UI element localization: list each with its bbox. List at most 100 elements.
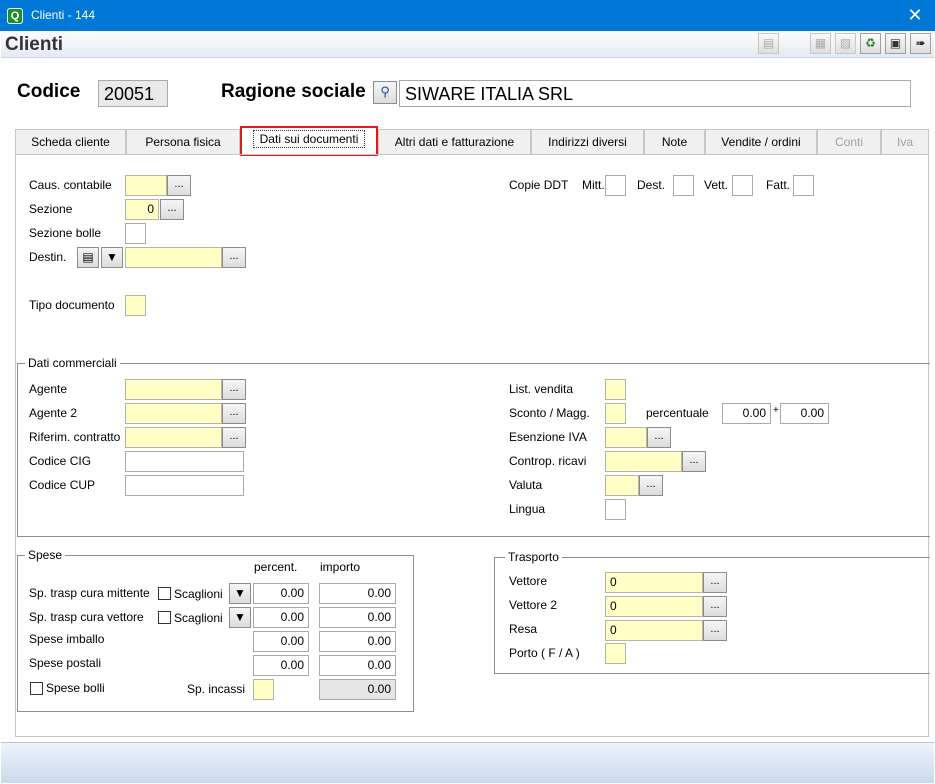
vettore-importo-field[interactable]: 0.00 xyxy=(319,607,396,628)
sconto-magg-label: Sconto / Magg. xyxy=(509,406,590,420)
resa-label: Resa xyxy=(509,622,538,636)
lingua-label: Lingua xyxy=(509,502,546,516)
recycle-icon[interactable]: ♻ xyxy=(860,33,881,54)
mittente-percent-field[interactable]: 0.00 xyxy=(253,583,309,604)
agente-lookup-button[interactable]: ... xyxy=(222,379,246,400)
fatt-field[interactable] xyxy=(793,175,814,196)
valuta-lookup-button[interactable]: ... xyxy=(639,475,663,496)
mittente-importo-field[interactable]: 0.00 xyxy=(319,583,396,604)
codice-cup-label: Codice CUP xyxy=(29,478,96,492)
postali-percent-field[interactable]: 0.00 xyxy=(253,655,309,676)
tab-iva[interactable]: Iva xyxy=(881,129,929,155)
imballo-percent-field[interactable]: 0.00 xyxy=(253,631,309,652)
exit-icon[interactable]: ➠ xyxy=(910,33,931,54)
trasporto-title: Trasporto xyxy=(505,550,562,564)
vettore2-lookup-button[interactable]: ... xyxy=(703,596,727,617)
close-icon[interactable]: ✕ xyxy=(895,0,935,31)
riferim-contratto-field[interactable] xyxy=(125,427,222,448)
riferim-contratto-lookup-button[interactable]: ... xyxy=(222,427,246,448)
filter-icon[interactable]: ▼ xyxy=(229,583,251,604)
search-icon[interactable]: ⚲ xyxy=(373,81,397,104)
codice-cig-field[interactable] xyxy=(125,451,244,472)
tab-altri-dati[interactable]: Altri dati e fatturazione xyxy=(378,129,531,155)
incassi-importo-field: 0.00 xyxy=(319,679,396,700)
lingua-field[interactable] xyxy=(605,499,626,520)
valuta-field[interactable] xyxy=(605,475,639,496)
window-title: Clienti - 144 xyxy=(31,8,96,22)
tab-vendite-ordini[interactable]: Vendite / ordini xyxy=(705,129,817,155)
tab-note[interactable]: Note xyxy=(644,129,705,155)
agente2-lookup-button[interactable]: ... xyxy=(222,403,246,424)
controp-ricavi-field[interactable] xyxy=(605,451,682,472)
tab-scheda-cliente[interactable]: Scheda cliente xyxy=(15,129,126,155)
tipo-documento-field[interactable] xyxy=(125,295,146,316)
percentuale1-field[interactable]: 0.00 xyxy=(722,403,771,424)
listino-vendita-label: List. vendita xyxy=(509,382,574,396)
sezione-field[interactable]: 0 xyxy=(125,199,159,220)
title-bar: Q Clienti - 144 ✕ xyxy=(0,0,935,31)
mitt-field[interactable] xyxy=(605,175,626,196)
valuta-label: Valuta xyxy=(509,478,543,492)
tab-dati-sui-documenti[interactable]: Dati sui documenti xyxy=(240,126,378,156)
tab-persona-fisica[interactable]: Persona fisica xyxy=(126,129,240,155)
caus-contabile-lookup-button[interactable]: ... xyxy=(167,175,191,196)
scaglioni-mittente-checkbox[interactable] xyxy=(158,587,171,600)
print-icon[interactable]: ▤ xyxy=(758,33,779,54)
resa-field[interactable]: 0 xyxy=(605,620,703,641)
spese-bolli-checkbox[interactable] xyxy=(30,682,43,695)
sconto-magg-field[interactable] xyxy=(605,403,626,424)
vett-field[interactable] xyxy=(732,175,753,196)
agente2-field[interactable] xyxy=(125,403,222,424)
resa-lookup-button[interactable]: ... xyxy=(703,620,727,641)
list-icon[interactable]: ▤ xyxy=(77,247,99,268)
vettore2-label: Vettore 2 xyxy=(509,598,558,612)
copy-icon[interactable]: ▦ xyxy=(810,33,831,54)
ragione-sociale-field[interactable]: SIWARE ITALIA SRL xyxy=(399,80,911,107)
save-icon[interactable]: ▣ xyxy=(885,33,906,54)
app-icon: Q xyxy=(7,8,23,24)
vettore-lookup-button[interactable]: ... xyxy=(703,572,727,593)
porto-field[interactable] xyxy=(605,643,626,664)
dest-field[interactable] xyxy=(673,175,694,196)
agente-field[interactable] xyxy=(125,379,222,400)
spese-title: Spese xyxy=(25,548,66,562)
caus-contabile-field[interactable] xyxy=(125,175,167,196)
filter-icon[interactable]: ▼ xyxy=(101,247,123,268)
sezione-lookup-button[interactable]: ... xyxy=(160,199,184,220)
esenzione-iva-field[interactable] xyxy=(605,427,647,448)
sp-trasp-mittente-label: Sp. trasp cura mittente xyxy=(29,586,150,600)
vettore-field[interactable]: 0 xyxy=(605,572,703,593)
esenzione-iva-lookup-button[interactable]: ... xyxy=(647,427,671,448)
tab-conti[interactable]: Conti xyxy=(817,129,881,155)
vettore2-field[interactable]: 0 xyxy=(605,596,703,617)
paste-icon[interactable]: ▨ xyxy=(835,33,856,54)
sp-incassi-field[interactable] xyxy=(253,679,274,700)
controp-ricavi-lookup-button[interactable]: ... xyxy=(682,451,706,472)
destin-label: Destin. xyxy=(29,250,67,264)
scaglioni-mittente-label: Scaglioni xyxy=(174,587,223,601)
ragione-sociale-label: Ragione sociale xyxy=(221,81,366,102)
spese-bolli-label: Spese bolli xyxy=(46,681,105,695)
porto-label: Porto ( F / A ) xyxy=(509,646,580,660)
vettore-percent-field[interactable]: 0.00 xyxy=(253,607,309,628)
tab-dati-sui-documenti-label: Dati sui documenti xyxy=(252,130,366,148)
codice-field[interactable]: 20051 xyxy=(98,80,168,107)
scaglioni-vettore-checkbox[interactable] xyxy=(158,611,171,624)
codice-label: Codice xyxy=(17,81,81,102)
status-bar xyxy=(1,742,934,783)
copie-ddt-label: Copie DDT xyxy=(509,178,569,192)
tab-indirizzi-diversi[interactable]: Indirizzi diversi xyxy=(531,129,644,155)
fatt-label: Fatt. xyxy=(766,178,791,192)
codice-cup-field[interactable] xyxy=(125,475,244,496)
sezione-bolle-field[interactable] xyxy=(125,223,146,244)
percentuale2-field[interactable]: 0.00 xyxy=(780,403,829,424)
percent-header: percent. xyxy=(254,560,298,574)
sp-trasp-vettore-label: Sp. trasp cura vettore xyxy=(29,610,144,624)
destin-lookup-button[interactable]: ... xyxy=(222,247,246,268)
dest-label: Dest. xyxy=(637,178,666,192)
destin-field[interactable] xyxy=(125,247,222,268)
postali-importo-field[interactable]: 0.00 xyxy=(319,655,396,676)
filter-icon[interactable]: ▼ xyxy=(229,607,251,628)
imballo-importo-field[interactable]: 0.00 xyxy=(319,631,396,652)
listino-vendita-field[interactable] xyxy=(605,379,626,400)
